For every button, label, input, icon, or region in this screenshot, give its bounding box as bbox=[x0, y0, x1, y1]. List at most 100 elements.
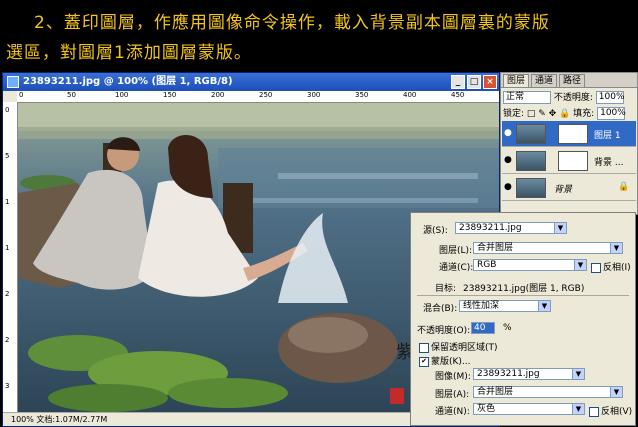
mask-layer-value: 合并图层 bbox=[477, 387, 514, 397]
source-value: 23893211.jpg bbox=[459, 223, 522, 233]
ruler-tick: 100 bbox=[115, 91, 129, 99]
chevron-down-icon: ▼ bbox=[572, 369, 584, 379]
opacity-label: 不透明度: bbox=[553, 93, 593, 103]
invert-checkbox[interactable]: 反相(I) bbox=[591, 260, 631, 273]
ruler-tick: 150 bbox=[163, 91, 177, 99]
ruler-tick: 3 bbox=[5, 382, 10, 390]
invert-label: 反相(I) bbox=[603, 263, 631, 273]
mask-label: 蒙版(K)... bbox=[431, 357, 471, 367]
blending-value: 线性加深 bbox=[463, 301, 500, 311]
layer-item[interactable]: ● 图层 1 bbox=[502, 121, 636, 147]
layer-item[interactable]: ● 背景 🔒 bbox=[502, 175, 636, 201]
instruction-line-1: 2、蓋印圖層，作應用圖像命令操作，載入背景副本圖層裏的蒙版 bbox=[34, 13, 550, 33]
document-titlebar[interactable]: 23893211.jpg @ 100% (图层 1, RGB/8) _ □ × bbox=[3, 73, 499, 91]
blend-row: 正常 不透明度: 100% bbox=[503, 90, 635, 104]
photoshop-doc-icon bbox=[7, 76, 19, 88]
eye-icon[interactable]: ● bbox=[504, 156, 512, 165]
mask-invert-checkbox[interactable]: 反相(V) bbox=[589, 404, 632, 417]
layer-select[interactable]: 合并图层 ▼ bbox=[473, 242, 623, 254]
mask-channel-select[interactable]: 灰色 ▼ bbox=[473, 403, 585, 415]
close-button[interactable]: × bbox=[483, 75, 497, 89]
layer-name: 背景 bbox=[554, 185, 573, 195]
mask-layer-label: 图层(A): bbox=[435, 390, 470, 400]
layer-thumbnail bbox=[516, 151, 546, 171]
mask-channel-label: 通道(N): bbox=[435, 407, 470, 417]
ruler-tick: 50 bbox=[67, 91, 76, 99]
chevron-down-icon: ▼ bbox=[574, 260, 586, 270]
mask-channel-value: 灰色 bbox=[477, 404, 496, 414]
mask-image-label: 图像(M): bbox=[435, 372, 471, 382]
ruler-tick: 0 bbox=[5, 106, 10, 114]
ruler-tick: 250 bbox=[259, 91, 273, 99]
checkbox-box[interactable] bbox=[419, 342, 429, 353]
ruler-tick: 300 bbox=[307, 91, 321, 99]
layer-label: 图层(L): bbox=[439, 246, 473, 256]
layer-mask-thumbnail[interactable] bbox=[558, 124, 588, 144]
opacity-input[interactable]: 40 bbox=[471, 322, 495, 334]
instruction-line-2: 選區，對圖層1添加圖層蒙版。 bbox=[6, 43, 252, 63]
layer-name: 图层 1 bbox=[594, 131, 621, 141]
apply-image-dialog: 源(S): 23893211.jpg ▼ 图层(L): 合并图层 ▼ 通道(C): … bbox=[410, 212, 636, 426]
horizontal-ruler: 0 50 100 150 200 250 300 350 400 450 bbox=[17, 91, 499, 103]
opacity-input[interactable]: 100% bbox=[595, 91, 625, 104]
mask-image-select[interactable]: 23893211.jpg ▼ bbox=[473, 368, 585, 380]
blending-select[interactable]: 线性加深 ▼ bbox=[459, 300, 551, 312]
mask-image-value: 23893211.jpg bbox=[477, 369, 540, 379]
source-label: 源(S): bbox=[423, 226, 448, 236]
separator bbox=[417, 295, 629, 296]
mask-layer-select[interactable]: 合并图层 ▼ bbox=[473, 386, 623, 398]
ruler-tick: 200 bbox=[211, 91, 225, 99]
target-value: 23893211.jpg(图层 1, RGB) bbox=[463, 284, 585, 294]
checkbox-checked[interactable]: ✔ bbox=[419, 356, 429, 367]
blend-mode-select[interactable]: 正常 bbox=[503, 91, 551, 104]
document-title: 23893211.jpg @ 100% (图层 1, RGB/8) bbox=[23, 76, 233, 87]
channel-label: 通道(C): bbox=[439, 263, 474, 273]
channel-select[interactable]: RGB ▼ bbox=[473, 259, 587, 271]
eye-icon[interactable]: ● bbox=[504, 129, 512, 138]
opacity-unit: % bbox=[503, 323, 512, 333]
ruler-tick: 450 bbox=[451, 91, 465, 99]
layer-name: 背景 ... bbox=[594, 158, 624, 168]
lock-icons[interactable]: □ ✎ ✥ 🔒 bbox=[527, 109, 570, 119]
maximize-button[interactable]: □ bbox=[467, 75, 481, 89]
chevron-down-icon: ▼ bbox=[610, 243, 622, 253]
checkbox-box[interactable] bbox=[589, 406, 599, 417]
layer-value: 合并图层 bbox=[477, 243, 514, 253]
blending-label: 混合(B): bbox=[423, 304, 458, 314]
instruction-banner: 2、蓋印圖層，作應用圖像命令操作，載入背景副本圖層裏的蒙版 選區，對圖層1添加圖… bbox=[0, 0, 638, 70]
tab-paths[interactable]: 路径 bbox=[559, 74, 586, 87]
preserve-transparency-checkbox[interactable]: 保留透明区域(T) bbox=[419, 340, 498, 353]
mask-invert-label: 反相(V) bbox=[601, 407, 633, 417]
layer-thumbnail bbox=[516, 124, 546, 144]
tab-layers[interactable]: 图层 bbox=[503, 74, 530, 87]
checkbox-box[interactable] bbox=[591, 262, 601, 273]
ruler-tick: 1 bbox=[5, 244, 10, 252]
chevron-down-icon: ▼ bbox=[572, 404, 584, 414]
vertical-ruler: 0 5 1 1 2 2 3 bbox=[3, 102, 18, 412]
eye-icon[interactable]: ● bbox=[504, 183, 512, 192]
minimize-button[interactable]: _ bbox=[451, 75, 465, 89]
lock-row: 锁定: □ ✎ ✥ 🔒 填充: 100% bbox=[503, 106, 635, 120]
chevron-down-icon: ▼ bbox=[610, 387, 622, 397]
layer-mask-thumbnail[interactable] bbox=[558, 151, 588, 171]
lock-icon: 🔒 bbox=[618, 182, 630, 192]
ruler-tick: 2 bbox=[5, 290, 10, 298]
fill-label: 填充: bbox=[573, 109, 595, 119]
opacity-label: 不透明度(O): bbox=[417, 326, 471, 336]
channel-value: RGB bbox=[477, 260, 497, 270]
preserve-label: 保留透明区域(T) bbox=[431, 343, 498, 353]
ruler-tick: 400 bbox=[403, 91, 417, 99]
layer-item[interactable]: ● 背景 ... bbox=[502, 148, 636, 174]
ruler-tick: 2 bbox=[5, 336, 10, 344]
ruler-tick: 5 bbox=[5, 152, 10, 160]
lock-label: 锁定: bbox=[503, 109, 525, 119]
target-label: 目标: bbox=[435, 284, 457, 294]
fill-input[interactable]: 100% bbox=[597, 107, 626, 120]
tab-channels[interactable]: 通道 bbox=[531, 74, 558, 87]
mask-checkbox[interactable]: ✔ 蒙版(K)... bbox=[419, 354, 471, 367]
chevron-down-icon: ▼ bbox=[538, 301, 550, 311]
source-select[interactable]: 23893211.jpg ▼ bbox=[455, 222, 567, 234]
ruler-tick: 0 bbox=[19, 91, 24, 99]
layers-panel: 图层 通道 路径 正常 不透明度: 100% 锁定: □ ✎ ✥ 🔒 填充: 1… bbox=[500, 72, 638, 215]
layers-panel-tabs: 图层 通道 路径 bbox=[501, 73, 637, 88]
